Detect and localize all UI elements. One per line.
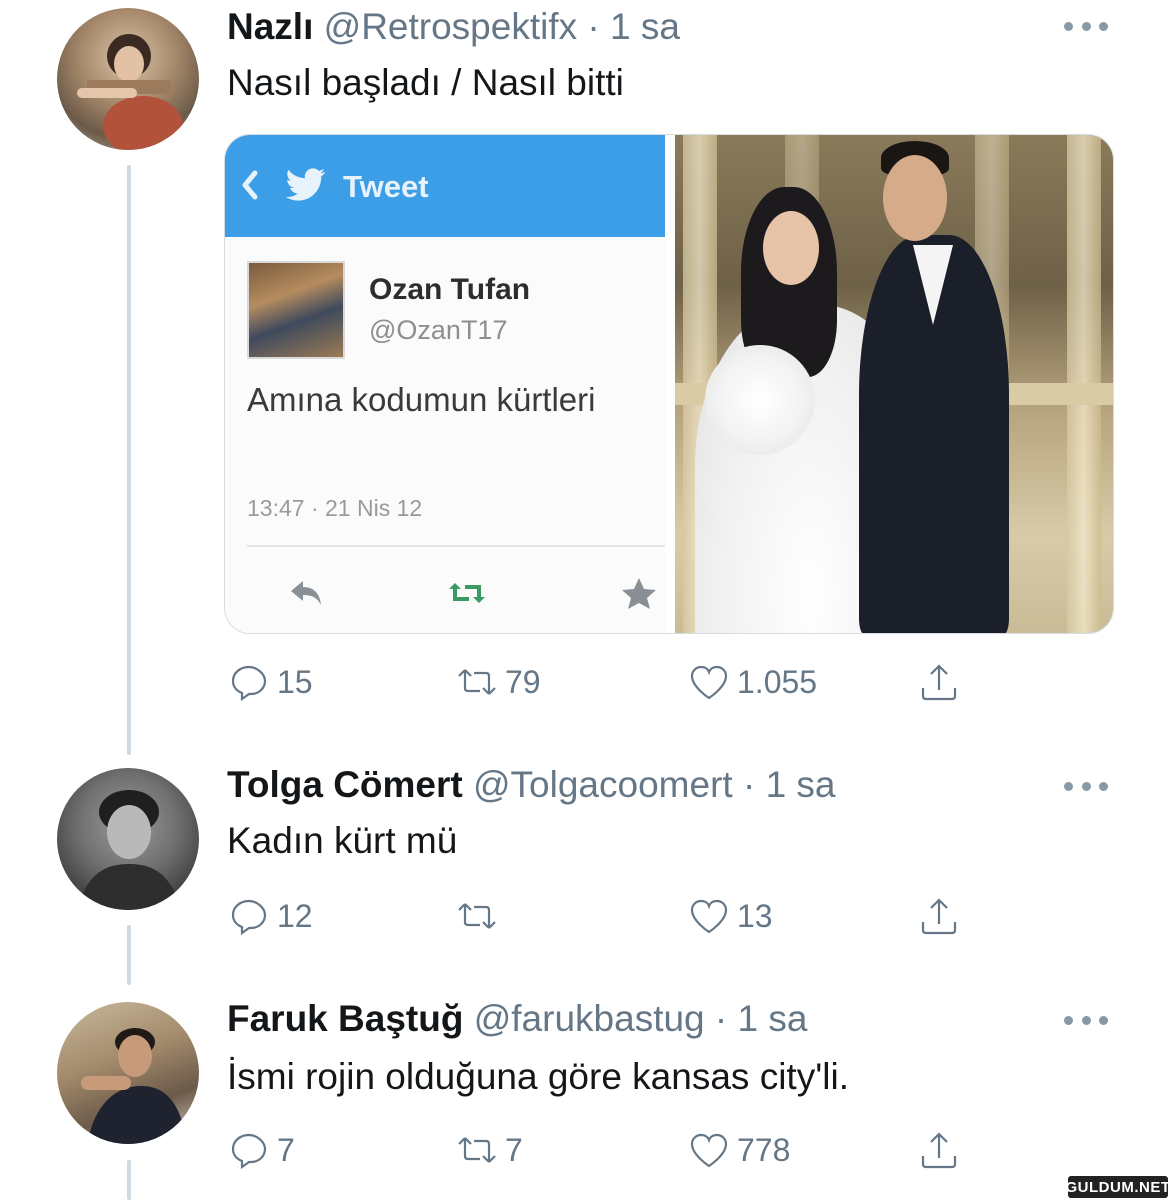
retweet-count: 79 [505,663,541,700]
timestamp[interactable]: 1 sa [766,764,836,805]
twitter-bird-icon [285,168,326,201]
separator: · [742,764,756,805]
share-button[interactable] [917,1124,961,1176]
tweet-actions: 12 13 [227,890,987,942]
thread-line [127,925,131,985]
share-button[interactable] [917,890,961,942]
timestamp[interactable]: 1 sa [610,6,680,47]
reply-button[interactable]: 15 [227,656,313,708]
separator: · [714,998,728,1039]
author-name[interactable]: Faruk Baştuğ [227,998,463,1039]
like-count: 13 [737,897,773,934]
share-icon [921,898,957,935]
tweet-text: Kadın kürt mü [227,820,458,861]
embedded-header-bar: Tweet [225,135,665,237]
embedded-timestamp: 13:47 · 21 Nis 12 [247,495,423,521]
reply-count: 15 [277,663,313,700]
retweet-icon [458,669,496,695]
like-button[interactable]: 778 [687,1124,790,1176]
reply-icon [231,899,267,936]
author-name[interactable]: Nazlı [227,6,313,47]
like-count: 1.055 [737,663,818,700]
separator: · [587,6,600,47]
thread-line [127,165,131,755]
embedded-reply-icon [291,581,321,605]
user-photo-icon [77,790,181,910]
thread-line [127,1160,131,1200]
embedded-tweet-text: Amına kodumun kürtleri [247,381,596,418]
more-options-icon[interactable] [1064,778,1108,794]
user-photo-icon [81,1028,187,1144]
reply-button[interactable]: 12 [227,890,313,942]
reply-icon [231,665,267,702]
watermark-logo: GULDUM.NET [1066,1176,1170,1198]
share-icon [921,664,957,701]
like-count: 778 [737,1131,791,1168]
author-handle[interactable]: @Retrospektifx [324,6,577,47]
heart-icon [690,665,728,700]
embedded-author-name: Ozan Tufan [369,273,531,306]
wedding-photo [675,135,1113,633]
media-card[interactable]: Tweet Ozan Tufan @OzanT17 Amına kodumun … [224,134,1114,634]
avatar[interactable] [57,8,199,150]
heart-icon [690,899,728,934]
retweet-icon [458,903,496,929]
tweet-text: İsmi rojin olduğuna göre kansas city'li. [227,1056,849,1097]
embedded-tweet-screenshot: Tweet Ozan Tufan @OzanT17 Amına kodumun … [225,135,665,633]
share-button[interactable] [917,656,961,708]
tweet-actions: 7 7 778 [227,1124,987,1176]
retweet-button[interactable]: 7 [455,1124,523,1176]
embedded-author-handle: @OzanT17 [369,315,508,345]
like-button[interactable]: 1.055 [687,656,817,708]
back-chevron-icon [242,170,258,200]
reply-count: 7 [277,1131,295,1168]
reply-icon [231,1133,267,1170]
avatar[interactable] [57,1002,199,1144]
embedded-favorite-star-icon [622,578,656,609]
tweet-text: Nasıl başladı / Nasıl bitti [227,62,624,103]
tweet-actions: 15 79 1.055 [227,656,987,708]
retweet-button[interactable]: 79 [455,656,541,708]
embedded-avatar [247,261,345,359]
retweet-button[interactable] [455,890,505,942]
embedded-retweet-icon [449,583,485,603]
author-handle[interactable]: @Tolgacoomert [473,764,733,805]
timestamp[interactable]: 1 sa [738,998,808,1039]
heart-icon [690,1133,728,1168]
divider [247,545,665,547]
retweet-count: 7 [505,1131,523,1168]
reply-button[interactable]: 7 [227,1124,295,1176]
reply-count: 12 [277,897,313,934]
author-name[interactable]: Tolga Cömert [227,764,463,805]
more-options-icon[interactable] [1064,1012,1108,1028]
embedded-header-title: Tweet [343,169,429,204]
author-handle[interactable]: @farukbastug [474,998,705,1039]
retweet-icon [458,1137,496,1163]
share-icon [921,1132,957,1169]
more-options-icon[interactable] [1064,18,1108,34]
like-button[interactable]: 13 [687,890,773,942]
avatar[interactable] [57,768,199,910]
user-photo-icon [77,34,183,150]
